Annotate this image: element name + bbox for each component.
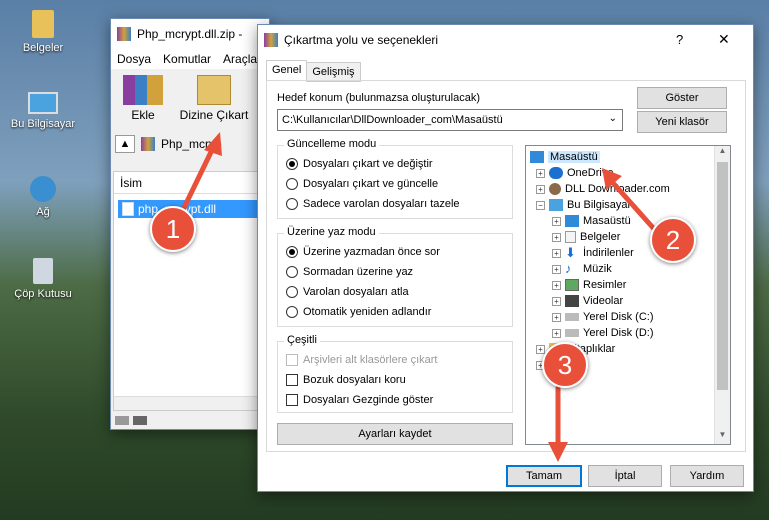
- annotation-arrows: [177, 132, 658, 462]
- arrow-1: [177, 147, 215, 219]
- arrow-3-head: [548, 442, 568, 462]
- arrow-2: [611, 181, 658, 233]
- step-marker-3: 3: [542, 342, 588, 388]
- arrow-1-head: [204, 132, 222, 156]
- step-marker-1: 1: [150, 206, 196, 252]
- step-marker-2: 2: [650, 217, 696, 263]
